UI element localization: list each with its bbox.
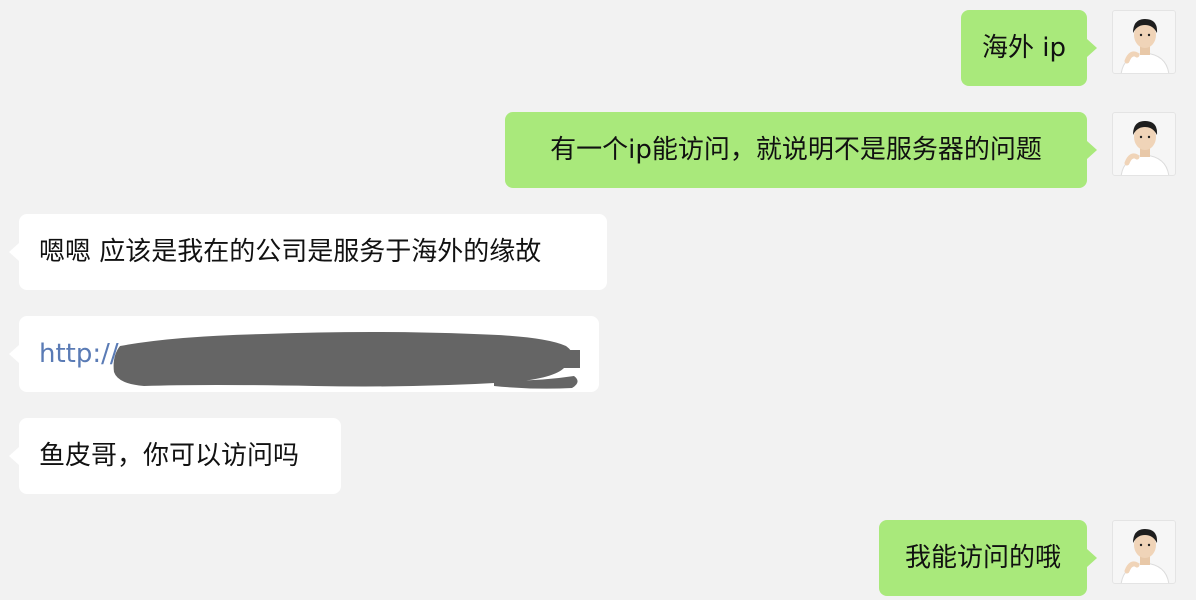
redaction-scribble: [113, 332, 580, 389]
bubble-tail: [1087, 39, 1097, 57]
message-bubble-outgoing[interactable]: 有一个ip能访问，就说明不是服务器的问题: [505, 112, 1097, 188]
message-text: 鱼皮哥，你可以访问吗: [39, 441, 300, 471]
bubble-tail: [9, 243, 19, 261]
message-text: 嗯嗯 应该是我在的公司是服务于海外的缘故: [39, 237, 542, 267]
message-bubble-link[interactable]: http://: [9, 316, 599, 392]
message-bubble-incoming[interactable]: 嗯嗯 应该是我在的公司是服务于海外的缘故: [9, 214, 607, 290]
message-text: 海外 ip: [982, 33, 1066, 63]
user-avatar-icon[interactable]: [1112, 112, 1176, 176]
link-text[interactable]: http://: [39, 339, 119, 369]
person-icon: [1120, 121, 1170, 175]
message-text: 我能访问的哦: [904, 543, 1061, 573]
message-bubble-incoming[interactable]: 鱼皮哥，你可以访问吗: [9, 418, 341, 494]
bubble-tail: [9, 345, 19, 363]
user-avatar-icon[interactable]: [1112, 10, 1176, 74]
message-bubble-outgoing[interactable]: 我能访问的哦: [879, 520, 1097, 596]
person-icon: [1120, 529, 1170, 583]
user-avatar-icon[interactable]: [1112, 520, 1176, 584]
person-icon: [1120, 19, 1170, 73]
message-bubble-outgoing[interactable]: 海外 ip: [961, 10, 1097, 86]
bubble-tail: [1087, 549, 1097, 567]
bubble-tail: [9, 447, 19, 465]
bubble-tail: [1087, 141, 1097, 159]
message-text: 有一个ip能访问，就说明不是服务器的问题: [550, 135, 1042, 165]
